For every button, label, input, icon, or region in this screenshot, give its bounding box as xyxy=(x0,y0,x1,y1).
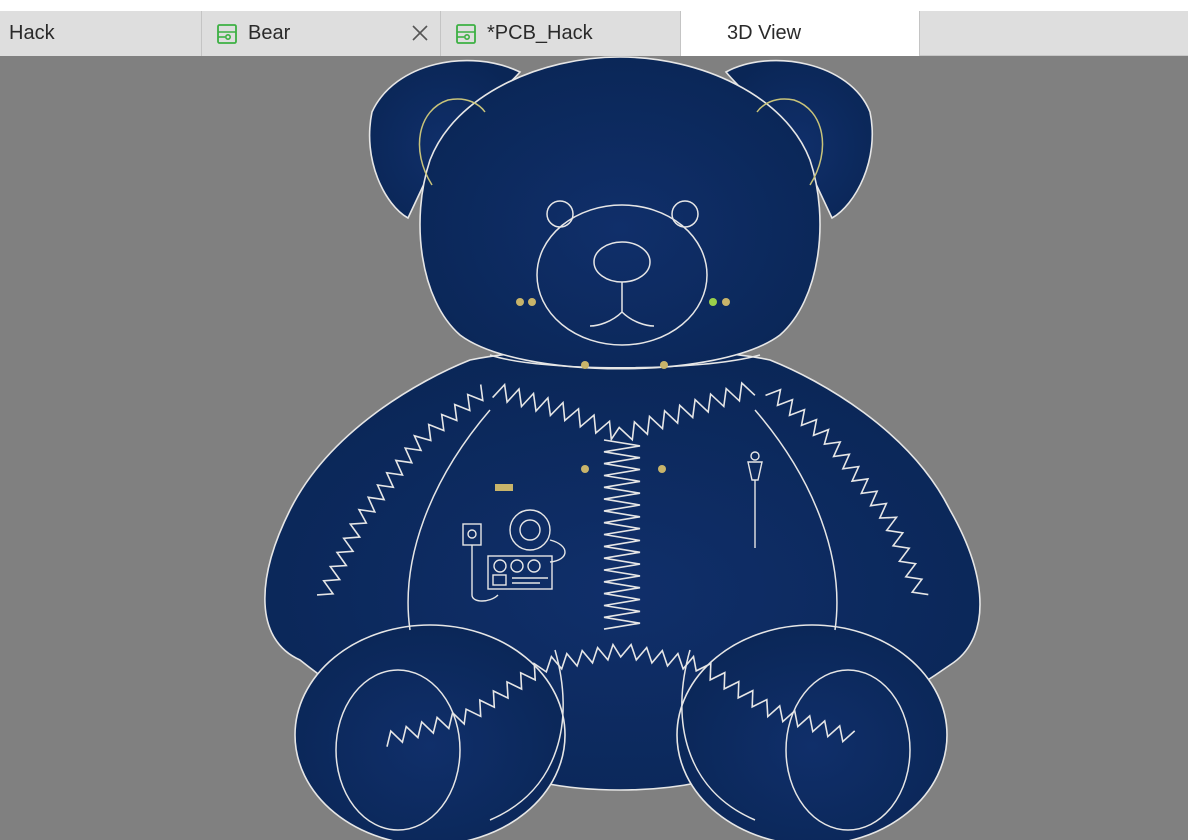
tab-pcb-hack[interactable]: *PCB_Hack xyxy=(441,11,681,56)
3d-viewport[interactable] xyxy=(0,56,1188,840)
window-top-strip xyxy=(0,0,1188,11)
close-icon[interactable] xyxy=(410,23,430,43)
document-tab-bar: Hack Bear *PCB_Hack 3D View xyxy=(0,11,1188,56)
tab-hack-label: Hack xyxy=(9,22,55,44)
tab-bear[interactable]: Bear xyxy=(202,11,441,56)
right-foot xyxy=(676,624,948,840)
tab-pcb-hack-label: *PCB_Hack xyxy=(487,22,593,44)
left-foot xyxy=(294,624,566,840)
pcb-document-icon xyxy=(217,23,237,44)
tab-3d-view[interactable]: 3D View xyxy=(681,11,920,56)
bear-head xyxy=(419,56,821,370)
tab-hack[interactable]: Hack xyxy=(0,11,202,56)
pcb-3d-render[interactable] xyxy=(0,56,1188,840)
pcb-document-icon xyxy=(456,23,476,44)
tab-bear-label: Bear xyxy=(248,22,291,44)
tab-3d-view-label: 3D View xyxy=(727,22,802,44)
